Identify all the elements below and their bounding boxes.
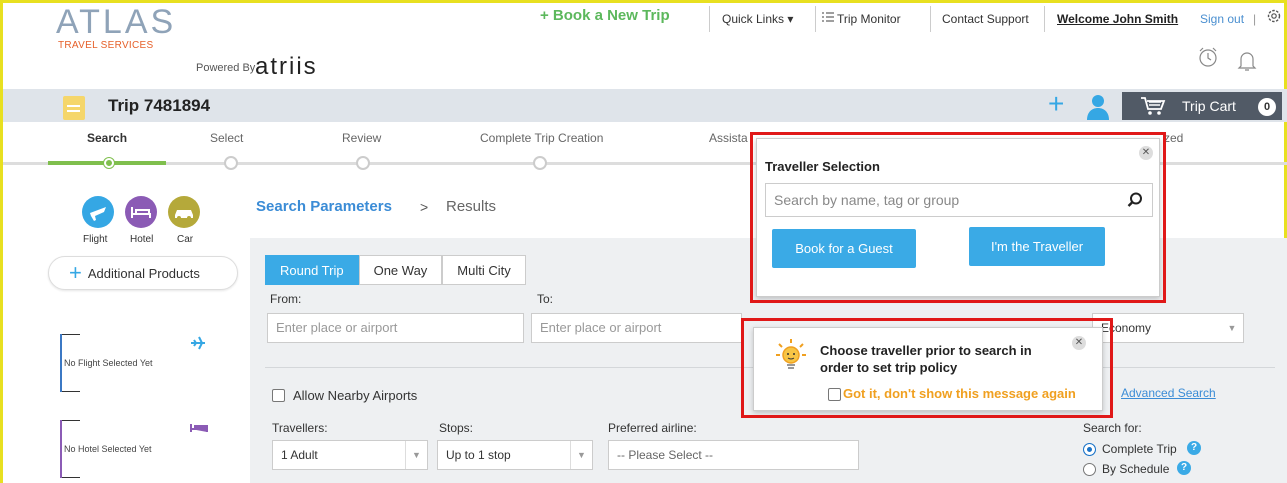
trip-cart-label: Trip Cart: [1182, 98, 1236, 114]
by-schedule-label: By Schedule: [1102, 462, 1170, 476]
cabin-class-select[interactable]: Economy ▼: [1092, 313, 1244, 343]
chevron-down-icon: ▼: [1227, 323, 1237, 333]
car-mode-button[interactable]: [168, 196, 200, 228]
breadcrumb-separator: >: [420, 199, 429, 215]
book-for-guest-button[interactable]: Book for a Guest: [772, 229, 916, 268]
nav-divider: [815, 6, 816, 32]
to-input[interactable]: Enter place or airport: [531, 313, 742, 343]
breadcrumb-search-parameters[interactable]: Search Parameters: [256, 198, 392, 215]
step-dot: [356, 156, 370, 170]
tab-round-trip[interactable]: Round Trip: [265, 255, 359, 285]
traveller-selection-title: Traveller Selection: [765, 159, 880, 174]
powered-by-label: Powered By: [196, 62, 256, 74]
breadcrumb-results: Results: [446, 198, 497, 215]
travellers-value: 1 Adult: [281, 448, 318, 462]
help-icon[interactable]: ?: [1187, 441, 1201, 455]
highlight-frame: [750, 132, 1166, 303]
step-review: Review: [342, 131, 382, 145]
traveller-person-icon[interactable]: [1087, 94, 1109, 120]
stops-select[interactable]: Up to 1 stop ▼: [437, 440, 593, 470]
from-input[interactable]: Enter place or airport: [267, 313, 524, 343]
gear-icon[interactable]: [1266, 8, 1282, 24]
preferred-airline-select[interactable]: -- Please Select --: [608, 440, 859, 470]
bell-icon[interactable]: [1237, 50, 1257, 72]
tab-multi-city[interactable]: Multi City: [442, 255, 526, 285]
nearby-airports-label: Allow Nearby Airports: [293, 388, 418, 403]
book-new-trip-link[interactable]: + Book a New Trip: [540, 7, 670, 24]
step-dot: [533, 156, 547, 170]
help-icon[interactable]: ?: [1177, 461, 1191, 475]
step-assistance: Assista: [709, 131, 748, 145]
hotel-slot-text: No Hotel Selected Yet: [64, 444, 152, 454]
flight-mode-label: Flight: [83, 234, 108, 245]
car-mode-label: Car: [177, 234, 194, 245]
step-dot-current: [104, 158, 114, 168]
step-search[interactable]: Search: [87, 131, 127, 145]
flight-slot-text: No Flight Selected Yet: [64, 358, 153, 368]
complete-trip-label: Complete Trip: [1102, 442, 1177, 456]
hotel-mode-label: Hotel: [130, 234, 154, 245]
search-for-label: Search for:: [1083, 421, 1142, 435]
search-icon[interactable]: [1127, 192, 1143, 208]
additional-products-button[interactable]: + Additional Products: [48, 256, 238, 290]
flight-mode-button[interactable]: [82, 196, 114, 228]
to-label: To:: [537, 292, 554, 306]
user-profile-link[interactable]: Welcome John Smith: [1057, 12, 1178, 26]
trip-type-tabs: Round Trip One Way Multi City: [265, 255, 526, 285]
sign-out-link[interactable]: Sign out: [1200, 12, 1244, 26]
dont-show-again-label[interactable]: Got it, don't show this message again: [843, 386, 1076, 401]
close-icon[interactable]: ✕: [1072, 336, 1086, 350]
im-the-traveller-button[interactable]: I'm the Traveller: [969, 227, 1105, 266]
plus-icon: +: [69, 260, 82, 285]
traveller-search-input[interactable]: Search by name, tag or group: [765, 183, 1153, 217]
bed-icon: [190, 422, 208, 432]
lightbulb-icon: [776, 338, 806, 374]
trip-cart-count-badge: 0: [1258, 98, 1276, 116]
alarm-clock-icon[interactable]: [1197, 46, 1219, 68]
car-icon: [175, 210, 193, 220]
step-complete-trip-creation: Complete Trip Creation: [480, 131, 604, 145]
nav-divider: [1044, 6, 1045, 32]
quick-links-dropdown[interactable]: Quick Links ▾: [722, 12, 793, 26]
contact-support-link[interactable]: Contact Support: [942, 12, 1029, 26]
traveller-tip-message: Choose traveller prior to search in orde…: [820, 343, 1032, 375]
stops-label: Stops:: [439, 421, 474, 435]
travellers-label: Travellers:: [272, 421, 328, 435]
from-label: From:: [270, 292, 302, 306]
additional-products-label: Additional Products: [87, 265, 200, 281]
by-schedule-radio[interactable]: [1083, 463, 1096, 476]
trip-title: Trip 7481894: [108, 96, 211, 115]
stops-value: Up to 1 stop: [446, 448, 511, 462]
nav-pipe: |: [1253, 12, 1257, 26]
tab-one-way[interactable]: One Way: [358, 255, 443, 285]
airplane-icon: [190, 336, 206, 350]
dont-show-again-checkbox[interactable]: [828, 388, 841, 401]
bed-icon: [131, 207, 151, 218]
cart-icon: [1140, 96, 1166, 116]
preferred-airline-label: Preferred airline:: [608, 421, 697, 435]
add-traveller-plus-icon[interactable]: +: [1048, 90, 1064, 118]
notepad-icon: [63, 96, 85, 120]
hotel-mode-button[interactable]: [125, 196, 157, 228]
airplane-icon: [90, 207, 106, 221]
chevron-down-icon: ▼: [570, 441, 592, 469]
chevron-down-icon: ▼: [405, 441, 427, 469]
trip-monitor-link[interactable]: Trip Monitor: [837, 12, 901, 26]
step-dot: [224, 156, 238, 170]
step-finalized: zed: [1164, 131, 1184, 145]
close-icon[interactable]: ✕: [1139, 146, 1153, 160]
complete-trip-radio[interactable]: [1083, 443, 1096, 456]
list-icon: [822, 11, 834, 23]
brand-subtitle: TRAVEL SERVICES: [58, 40, 154, 51]
travellers-select[interactable]: 1 Adult ▼: [272, 440, 428, 470]
step-select: Select: [210, 131, 244, 145]
advanced-search-link[interactable]: Advanced Search: [1121, 386, 1216, 400]
nav-divider: [709, 6, 710, 32]
brand-logo[interactable]: ATLAS: [56, 5, 176, 39]
nearby-airports-checkbox[interactable]: [272, 389, 285, 402]
partner-logo: atriis: [255, 53, 318, 80]
nav-divider: [930, 6, 931, 32]
